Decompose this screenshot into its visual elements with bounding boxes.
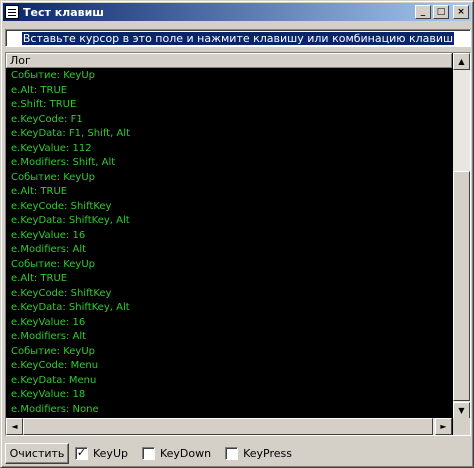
horizontal-scroll-thumb[interactable] — [23, 418, 433, 435]
log-line: e.Modifiers: Shift, Alt — [11, 157, 116, 168]
app-icon — [5, 5, 19, 19]
log-column-header[interactable]: Лог — [6, 53, 452, 68]
log-line: e.KeyCode: Menu — [11, 360, 99, 371]
log-line: e.Alt: TRUE — [11, 84, 68, 96]
keyup-checkbox-box[interactable]: ✓ — [75, 446, 88, 460]
keydown-checkbox-box[interactable] — [141, 446, 155, 460]
scroll-left-button[interactable]: ◄ — [6, 418, 23, 435]
log-line: e.KeyCode: ShiftKey — [11, 200, 112, 212]
scroll-down-button[interactable]: ▼ — [453, 402, 470, 419]
log-line: Событие: KeyUp — [11, 345, 95, 357]
log-line: e.KeyCode: ShiftKey — [11, 287, 112, 299]
bottom-toolbar: Очистить ✓ KeyUp KeyDown KeyPress — [5, 442, 471, 464]
key-test-window: Тест клавиш _ □ × Вставьте курсор в это … — [0, 0, 474, 468]
log-line: e.Modifiers: None — [11, 403, 99, 415]
log-line: e.KeyValue: 112 — [11, 142, 92, 154]
log-line: e.Shift: TRUE — [11, 99, 77, 110]
log-lines: Событие: KeyUp e.Alt: TRUE e.Shift: TRUE e.… — [11, 69, 451, 421]
log-line: e.Alt: TRUE — [11, 273, 68, 284]
vertical-scrollbar[interactable]: ▲ ▼ — [453, 53, 470, 419]
scrollbar-corner — [453, 418, 470, 435]
log-list[interactable]: Лог Событие: KeyUp e.Alt: TRUE e.Shift: TR… — [5, 52, 471, 436]
keyup-checkbox[interactable]: ✓ KeyUp — [75, 446, 136, 460]
vertical-scroll-thumb[interactable] — [453, 171, 470, 401]
log-line: e.Modifiers: Alt — [11, 331, 87, 342]
keydown-checkbox[interactable]: KeyDown — [141, 446, 219, 460]
maximize-button[interactable]: □ — [433, 5, 449, 19]
log-line: e.Modifiers: Alt — [11, 244, 87, 255]
key-input-field[interactable]: Вставьте курсор в это поле и нажмите кла… — [5, 29, 471, 47]
log-line: Событие: KeyUp — [11, 70, 95, 81]
log-line: e.KeyData: ShiftKey, Alt — [11, 302, 130, 313]
log-line: e.KeyData: F1, Shift, Alt — [11, 128, 130, 139]
minimize-button[interactable]: _ — [415, 5, 431, 19]
scroll-up-button[interactable]: ▲ — [453, 53, 470, 70]
log-line: e.KeyData: ShiftKey, Alt — [11, 215, 130, 226]
scroll-right-button[interactable]: ► — [435, 418, 452, 435]
log-line: e.KeyValue: 16 — [11, 229, 86, 241]
log-line: Событие: KeyUp — [11, 258, 95, 270]
keyup-checkbox-label[interactable]: KeyUp — [93, 447, 128, 460]
keypress-checkbox-box[interactable] — [225, 446, 239, 460]
keydown-checkbox-label[interactable]: KeyDown — [160, 447, 211, 460]
clear-button[interactable]: Очистить — [5, 442, 69, 464]
close-button[interactable]: × — [453, 5, 469, 19]
title-bar[interactable]: Тест клавиш _ □ × — [3, 3, 471, 21]
keypress-checkbox-label[interactable]: KeyPress — [243, 447, 292, 460]
log-line: e.KeyValue: 18 — [11, 389, 86, 400]
key-input-hint: Вставьте курсор в это поле и нажмите кла… — [21, 31, 455, 45]
log-line: e.KeyValue: 16 — [11, 316, 86, 328]
horizontal-scrollbar[interactable]: ◄ ► — [6, 418, 452, 435]
log-line: e.KeyData: Menu — [11, 374, 97, 386]
window-title: Тест клавиш — [23, 5, 104, 19]
keypress-checkbox[interactable]: KeyPress — [225, 446, 300, 460]
log-line: Событие: KeyUp — [11, 171, 95, 183]
log-line: e.Alt: TRUE — [11, 186, 68, 197]
log-line: e.KeyCode: F1 — [11, 113, 83, 125]
